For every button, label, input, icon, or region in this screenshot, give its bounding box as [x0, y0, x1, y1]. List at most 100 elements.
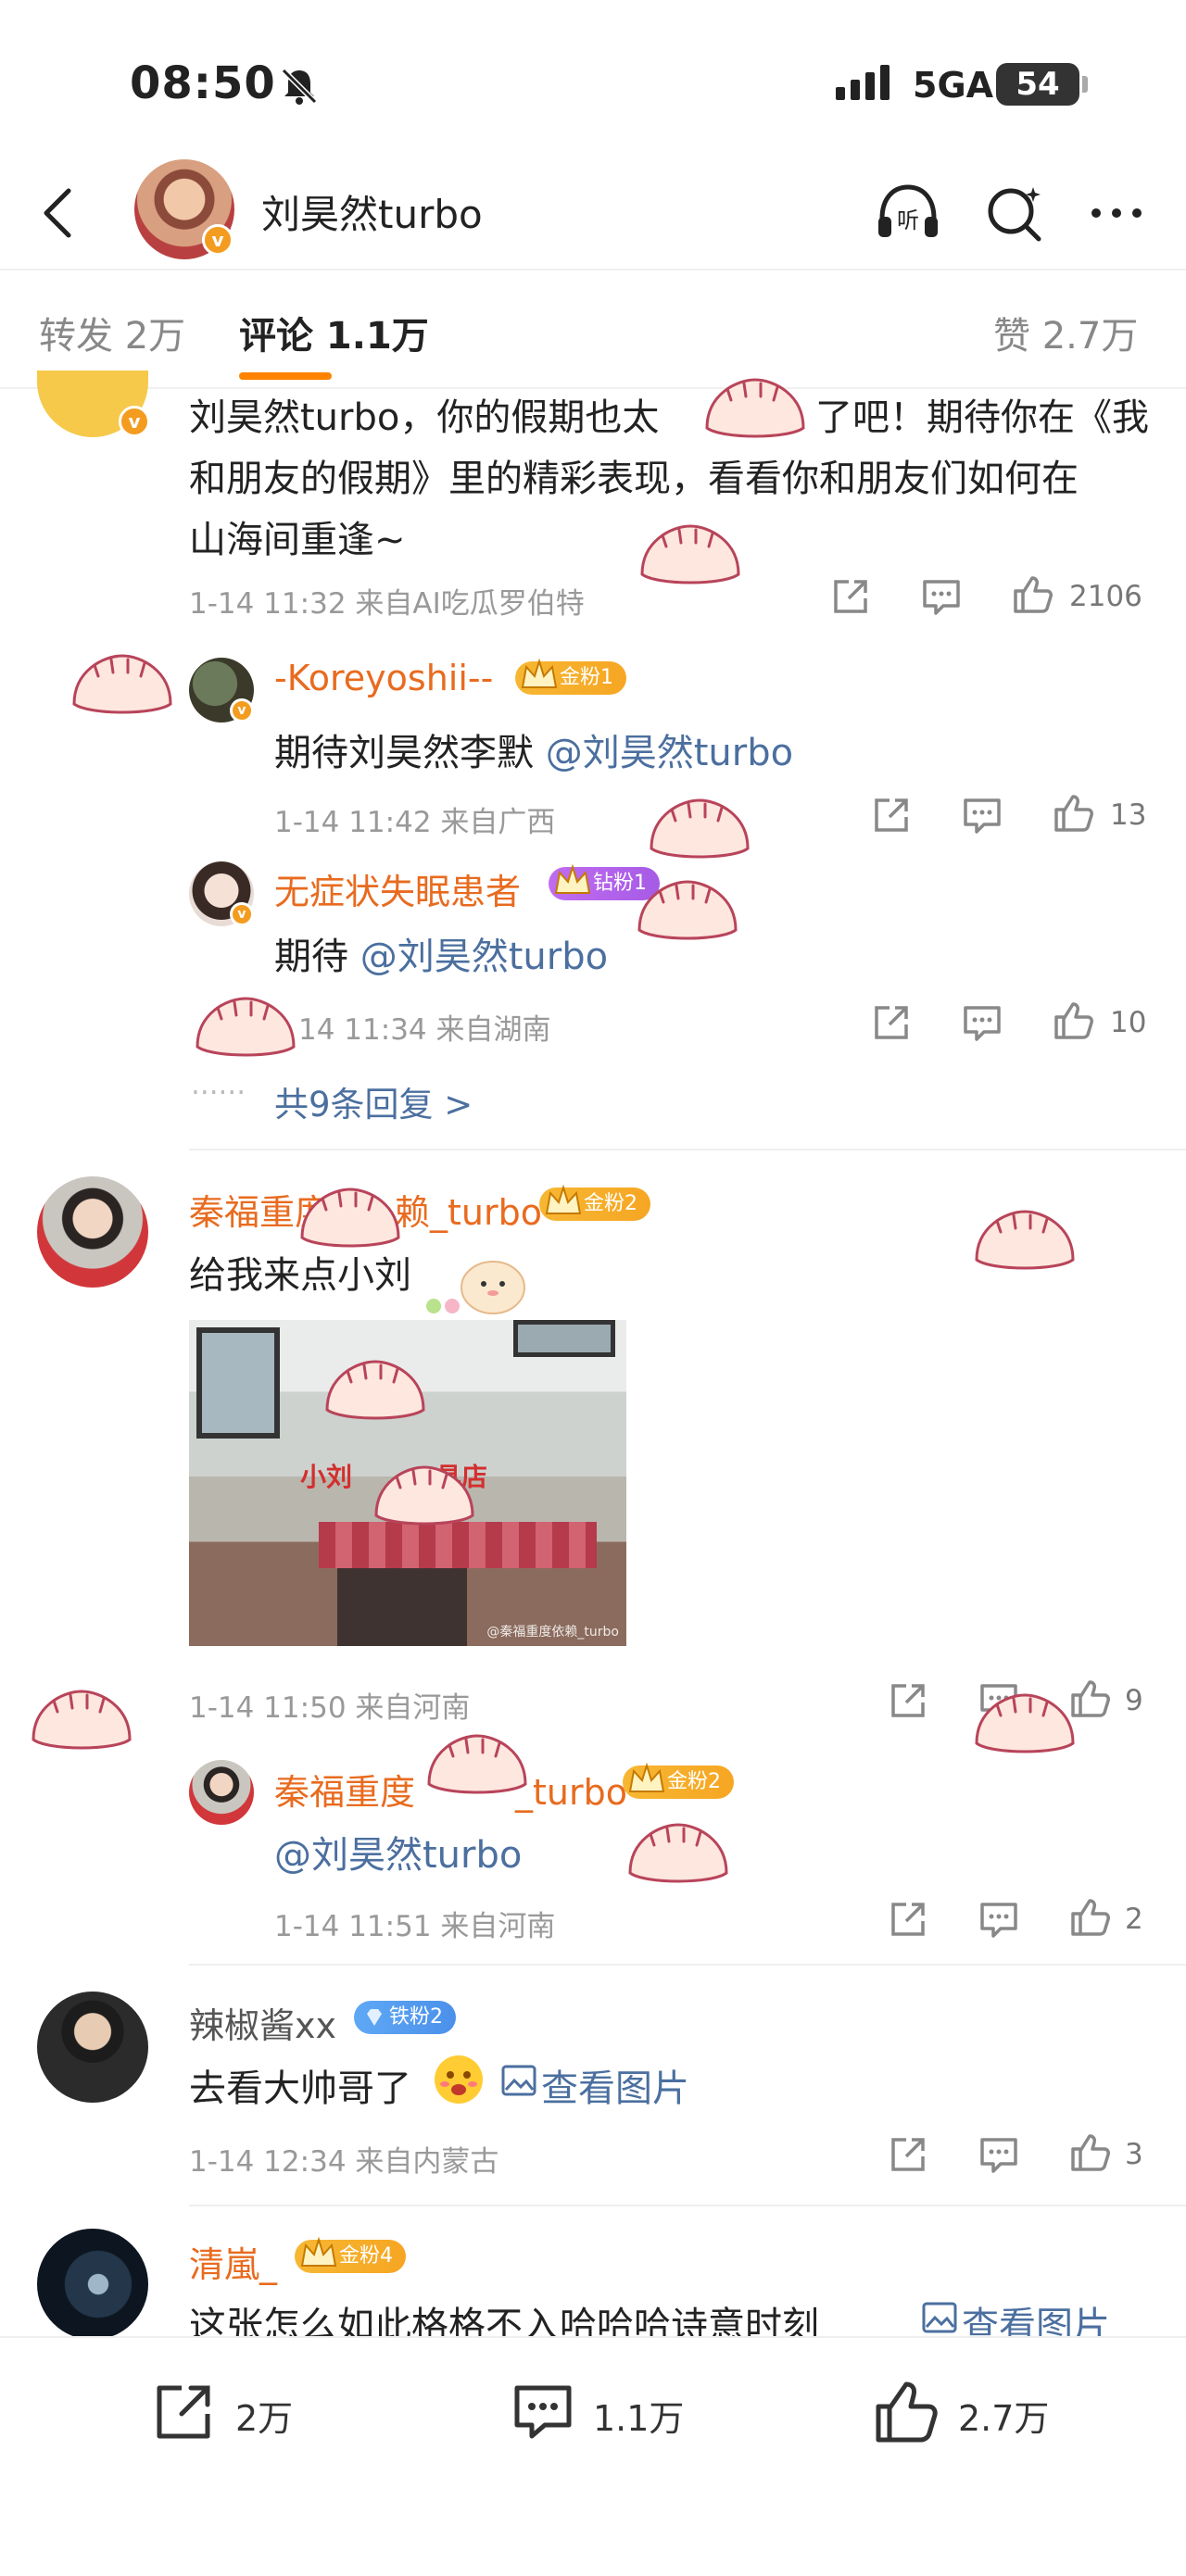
- comment-icon[interactable]: [977, 1897, 1021, 1941]
- status-bar: 08:50 5GA 54: [0, 0, 1186, 157]
- fan-badge: 金粉4: [295, 2236, 406, 2273]
- fan-badge: 铁粉2: [354, 2001, 456, 2034]
- like-count: 2: [1125, 1903, 1143, 1936]
- share-icon[interactable]: [828, 574, 873, 619]
- mention-link[interactable]: @刘昊然turbo: [360, 936, 608, 978]
- comment-icon[interactable]: [960, 1000, 1004, 1045]
- battery-tip: [1082, 76, 1088, 93]
- dumpling-sticker-icon: [300, 1187, 400, 1248]
- tab-comments[interactable]: 评论 1.1万: [239, 306, 429, 359]
- like-count[interactable]: 2.7万: [958, 2390, 1049, 2441]
- blush-emoji-icon: [435, 2055, 483, 2104]
- reply-avatar[interactable]: [189, 1760, 254, 1825]
- reply-username[interactable]: -Koreyoshii--: [274, 658, 493, 698]
- dumpling-sticker-icon: [325, 1360, 425, 1420]
- dumpling-sticker-icon: [374, 1465, 474, 1526]
- comment-avatar[interactable]: [37, 1176, 148, 1288]
- crown-icon: [545, 1184, 582, 1214]
- share-icon[interactable]: [869, 1000, 914, 1045]
- bottom-action-bar: 2万 1.1万 2.7万: [0, 2336, 1186, 2576]
- comment-icon[interactable]: [977, 2132, 1021, 2177]
- comment-username[interactable]: 辣椒酱xx: [189, 1997, 336, 2048]
- search-icon[interactable]: [978, 176, 1052, 250]
- like-icon[interactable]: [1051, 791, 1095, 836]
- crown-icon: [628, 1762, 665, 1792]
- like-icon[interactable]: [1067, 2130, 1112, 2175]
- dumpling-sticker-icon: [975, 1693, 1075, 1753]
- repost-icon[interactable]: [148, 2377, 219, 2447]
- like-count: 3: [1125, 2138, 1143, 2171]
- reply-text-prefix: 期待: [274, 936, 360, 978]
- like-icon[interactable]: [1051, 999, 1095, 1043]
- share-icon[interactable]: [886, 1897, 930, 1941]
- comment-avatar[interactable]: [37, 2229, 148, 2340]
- verified-badge-icon: v: [230, 902, 254, 926]
- dumpling-sticker-icon: [628, 1823, 728, 1883]
- reply-text: 期待 @刘昊然turbo: [274, 926, 608, 980]
- verified-badge-icon: v: [230, 698, 254, 723]
- diamond-icon: [367, 2009, 382, 2026]
- comment-avatar[interactable]: [37, 1992, 148, 2103]
- share-icon[interactable]: [886, 1678, 930, 1723]
- like-count: 9: [1125, 1684, 1143, 1717]
- battery-indicator: 54: [996, 63, 1079, 106]
- view-image-link[interactable]: 查看图片: [541, 2058, 689, 2112]
- fan-badge: 金粉1: [515, 658, 626, 695]
- reply-username-head: 秦福重度: [274, 1772, 416, 1813]
- dumpling-sticker-icon: [196, 997, 296, 1057]
- reply-dots: ······: [191, 1076, 246, 1110]
- comment-count[interactable]: 1.1万: [593, 2390, 684, 2441]
- tab-likes[interactable]: 赞 2.7万: [993, 306, 1138, 359]
- fan-badge-label: 金粉4: [339, 2244, 393, 2268]
- dumpling-sticker-icon: [72, 654, 172, 714]
- like-icon[interactable]: [871, 2377, 941, 2447]
- verified-badge-icon: v: [119, 406, 150, 437]
- crown-icon: [554, 863, 591, 894]
- bell-off-icon: [281, 68, 318, 105]
- reply-text: 期待刘昊然李默 @刘昊然turbo: [274, 723, 793, 776]
- crown-icon: [300, 2236, 337, 2267]
- image-icon[interactable]: [500, 2062, 537, 2099]
- dumpling-sticker-icon: [32, 1690, 132, 1750]
- mention-link[interactable]: @刘昊然turbo: [274, 1825, 522, 1879]
- sticker-icon: [426, 1261, 525, 1314]
- reply-username[interactable]: 无症状失眠患者: [274, 863, 521, 914]
- reply-text-prefix: 期待刘昊然李默: [274, 732, 546, 774]
- comment-meta: 1-14 11:32 来自AI吃瓜罗伯特: [189, 587, 585, 621]
- dumpling-sticker-icon: [650, 798, 750, 859]
- signal-icon: [836, 65, 890, 100]
- share-icon[interactable]: [869, 793, 914, 837]
- comment-icon[interactable]: [960, 793, 1004, 837]
- page-title: 刘昊然turbo: [261, 192, 483, 237]
- comment-icon[interactable]: [919, 574, 964, 619]
- share-icon[interactable]: [886, 2132, 930, 2177]
- tab-repost[interactable]: 转发 2万: [39, 306, 185, 359]
- mention-link[interactable]: @刘昊然turbo: [546, 732, 793, 774]
- comment-text-line: 刘昊然turbo，你的假期也太: [189, 396, 660, 439]
- dumpling-sticker-icon: [705, 378, 805, 438]
- comment-username[interactable]: 清嵐_: [189, 2236, 277, 2287]
- divider: [189, 1149, 1186, 1150]
- like-icon[interactable]: [1067, 1895, 1112, 1940]
- header: v 刘昊然turbo 听: [0, 157, 1186, 269]
- more-replies-link[interactable]: 共9条回复 >: [274, 1076, 473, 1126]
- like-count: 13: [1110, 798, 1147, 832]
- dumpling-sticker-icon: [975, 1210, 1075, 1270]
- comment-icon[interactable]: [508, 2377, 578, 2447]
- comment-text-line: 山海间重逢~: [189, 519, 406, 561]
- image-icon[interactable]: [921, 2299, 958, 2336]
- more-icon[interactable]: [1079, 176, 1154, 250]
- like-icon[interactable]: [1010, 572, 1054, 617]
- comment-text: 去看大帅哥了: [189, 2067, 411, 2110]
- comment-text-line: 了吧！期待你在《我: [815, 396, 1149, 439]
- repost-count[interactable]: 2万: [235, 2390, 293, 2441]
- tab-active-indicator: [239, 372, 332, 380]
- listen-icon[interactable]: 听: [871, 176, 945, 250]
- divider: [189, 2205, 1186, 2206]
- crown-icon: [521, 658, 558, 688]
- comment-text-line: 和朋友的假期》里的精彩表现，看看你和朋友们如何在: [189, 458, 1079, 500]
- dumpling-sticker-icon: [427, 1734, 527, 1794]
- photo-window: [513, 1320, 615, 1357]
- comment-meta: 1-14 12:34 来自内蒙古: [189, 2145, 499, 2179]
- back-icon[interactable]: [28, 176, 93, 250]
